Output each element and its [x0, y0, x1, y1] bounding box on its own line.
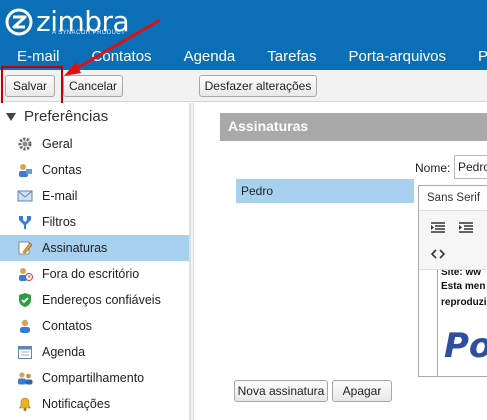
envelope-icon — [16, 187, 34, 205]
signatures-panel: Assinaturas Nome: Pedro Pedro Sans Serif… — [194, 103, 487, 420]
shield-check-icon — [16, 291, 34, 309]
source-code-icon[interactable] — [431, 248, 445, 260]
signature-logo-image: Po — [444, 326, 487, 366]
sidebar-item-signatures[interactable]: Assinaturas — [0, 235, 189, 261]
editor-line-notice: Esta men — [441, 281, 486, 292]
sidebar-item-accounts[interactable]: Contas — [0, 157, 189, 183]
section-title: Assinaturas — [228, 118, 309, 134]
signature-icon — [16, 239, 34, 257]
out-of-office-icon — [16, 265, 34, 283]
accounts-icon — [16, 161, 34, 179]
sidebar-item-filters[interactable]: Filtros — [0, 209, 189, 235]
sidebar-item-notifications[interactable]: Notificações — [0, 391, 189, 417]
zimbra-logo-icon — [5, 8, 33, 36]
name-label: Nome: — [415, 161, 451, 175]
sidebar-item-label: Compartilhamento — [42, 371, 145, 385]
tab-briefcase[interactable]: Porta-arquivos — [331, 44, 461, 70]
editor-line-site: Site: ww — [441, 270, 482, 278]
signature-list-item-label: Pedro — [241, 184, 274, 198]
filter-icon — [16, 213, 34, 231]
tab-preferences[interactable]: Pre — [461, 44, 487, 70]
tab-calendar[interactable]: Agenda — [167, 44, 251, 70]
app-header: zimbra A SYNACOR PRODUCT E-mail Contatos… — [0, 0, 487, 70]
collapse-triangle-icon — [6, 112, 16, 121]
preferences-title: Preferências — [24, 108, 109, 125]
sidebar-item-label: Contas — [42, 163, 82, 177]
sidebar-item-out-of-office[interactable]: Fora do escritório — [0, 261, 189, 287]
undo-changes-button[interactable]: Desfazer alterações — [199, 75, 317, 97]
sidebar-item-label: Geral — [42, 137, 73, 151]
preferences-sidebar: Preferências Geral Contas E-mail Filtros… — [0, 103, 190, 420]
sidebar-item-email[interactable]: E-mail — [0, 183, 189, 209]
sidebar-item-label: Endereços confiáveis — [42, 293, 161, 307]
sidebar-item-label: Contatos — [42, 319, 93, 333]
sidebar-item-label: Notificações — [42, 397, 111, 411]
sidebar-item-calendar[interactable]: Agenda — [0, 339, 189, 365]
tab-tasks[interactable]: Tarefas — [250, 44, 331, 70]
preferences-header[interactable]: Preferências — [6, 108, 108, 125]
signature-name-input[interactable]: Pedro — [454, 155, 487, 179]
annotation-highlight-box — [1, 66, 63, 105]
sidebar-item-label: Fora do escritório — [42, 267, 140, 281]
new-signature-button[interactable]: Nova assinatura — [234, 380, 328, 402]
indent-icon[interactable] — [459, 222, 473, 234]
signature-list-item[interactable]: Pedro — [236, 179, 414, 203]
sidebar-item-trusted-addresses[interactable]: Endereços confiáveis — [0, 287, 189, 313]
editor-line-reproduction: reproduzi — [441, 297, 487, 308]
sidebar-item-sharing[interactable]: Compartilhamento — [0, 365, 189, 391]
gear-icon — [16, 135, 34, 153]
editor-toolbar — [419, 210, 487, 270]
tab-contacts[interactable]: Contatos — [75, 44, 167, 70]
logo-subtitle: A SYNACOR PRODUCT — [52, 30, 126, 36]
toolbar: Salvar Cancelar Desfazer alterações — [0, 70, 487, 102]
bell-icon — [16, 395, 34, 413]
font-family-select[interactable]: Sans Serif — [427, 192, 480, 204]
delete-signature-button[interactable]: Apagar — [332, 380, 392, 402]
editor-content[interactable]: Site: ww Esta men reproduzi Po — [437, 270, 487, 376]
sidebar-item-label: Assinaturas — [42, 241, 108, 255]
sidebar-item-contacts[interactable]: Contatos — [0, 313, 189, 339]
sidebar-item-general[interactable]: Geral — [0, 131, 189, 157]
align-left-icon[interactable] — [431, 222, 445, 234]
section-header: Assinaturas — [220, 113, 487, 141]
cancel-button[interactable]: Cancelar — [63, 75, 123, 97]
sharing-icon — [16, 369, 34, 387]
contacts-icon — [16, 317, 34, 335]
signature-editor: Sans Serif Site: ww Esta men reproduzi P… — [418, 185, 487, 377]
sidebar-item-label: Agenda — [42, 345, 86, 359]
sidebar-item-label: Filtros — [42, 215, 77, 229]
sidebar-item-label: E-mail — [42, 189, 78, 203]
calendar-icon — [16, 343, 34, 361]
main-tabs: E-mail Contatos Agenda Tarefas Porta-arq… — [0, 44, 487, 70]
